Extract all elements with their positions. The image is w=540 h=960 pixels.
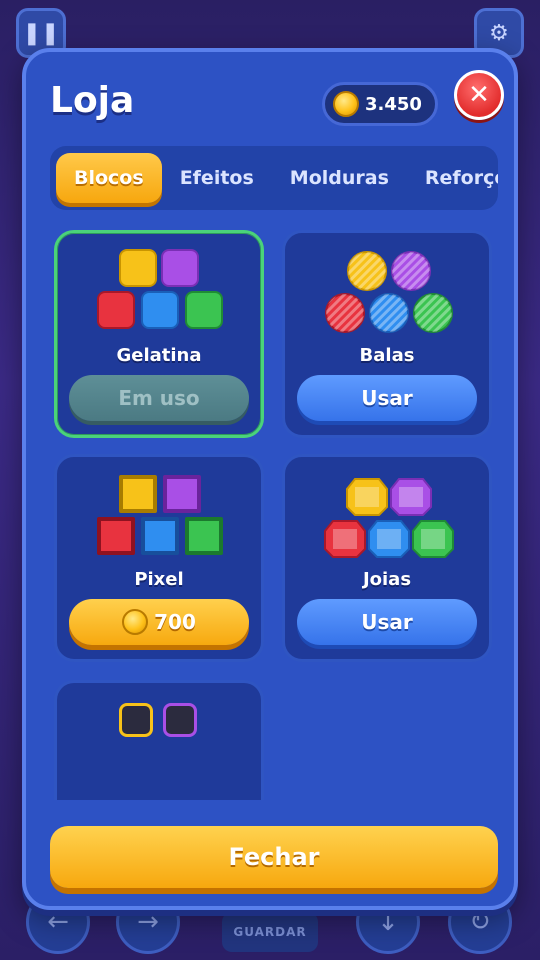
use-button[interactable]: Usar bbox=[297, 375, 477, 421]
gear-icon: ⚙ bbox=[489, 20, 509, 46]
shop-title: Loja bbox=[50, 80, 135, 121]
category-tabs: Blocos Efeitos Molduras Reforços bbox=[50, 146, 498, 210]
item-card-gelatina[interactable]: Gelatina Em uso bbox=[54, 230, 264, 438]
item-name: Pixel bbox=[134, 569, 184, 590]
balas-preview bbox=[285, 233, 495, 345]
coin-icon bbox=[122, 609, 149, 635]
pause-icon: ❚❚ bbox=[22, 20, 60, 46]
neon-yellow-block bbox=[119, 703, 153, 737]
save-button[interactable]: GUARDAR bbox=[222, 912, 318, 952]
in-use-button: Em uso bbox=[69, 375, 249, 421]
close-button[interactable]: ✕ bbox=[454, 70, 504, 120]
tab-molduras[interactable]: Molduras bbox=[272, 153, 407, 203]
arrow-left-icon: ← bbox=[47, 907, 69, 937]
tab-reforcos[interactable]: Reforços bbox=[407, 153, 498, 203]
close-shop-button[interactable]: Fechar bbox=[50, 826, 498, 888]
green-block bbox=[185, 291, 223, 329]
arrow-down-icon: ↓ bbox=[377, 907, 399, 937]
coin-icon bbox=[333, 91, 359, 117]
item-name: Balas bbox=[359, 345, 415, 366]
red-pixel-block bbox=[97, 517, 135, 555]
buy-button[interactable]: 700 bbox=[69, 599, 249, 645]
gem-icons bbox=[324, 478, 454, 558]
blue-block bbox=[141, 291, 179, 329]
price-label: 700 bbox=[154, 610, 196, 634]
use-button[interactable]: Usar bbox=[297, 599, 477, 645]
restart-icon: ↻ bbox=[469, 907, 491, 937]
candy-icons bbox=[325, 251, 453, 333]
purple-block bbox=[161, 249, 199, 287]
item-card-neon[interactable] bbox=[54, 680, 264, 800]
yellow-pixel-block bbox=[119, 475, 157, 513]
shop-modal: Loja 3.450 ✕ Blocos Efeitos Molduras Ref… bbox=[22, 48, 518, 910]
tab-blocos[interactable]: Blocos bbox=[56, 153, 162, 203]
arrow-right-icon: → bbox=[137, 907, 159, 937]
yellow-block bbox=[119, 249, 157, 287]
green-pixel-block bbox=[185, 517, 223, 555]
coin-amount: 3.450 bbox=[365, 93, 422, 115]
neon-purple-block bbox=[163, 703, 197, 737]
coin-balance: 3.450 bbox=[322, 82, 438, 126]
neon-preview bbox=[57, 683, 267, 795]
joias-preview bbox=[285, 457, 495, 569]
close-icon: ✕ bbox=[468, 80, 490, 110]
tab-efeitos[interactable]: Efeitos bbox=[162, 153, 272, 203]
item-card-joias[interactable]: Joias Usar bbox=[282, 454, 492, 662]
pixel-preview bbox=[57, 457, 267, 569]
item-name: Joias bbox=[362, 569, 412, 590]
item-card-pixel[interactable]: Pixel 700 bbox=[54, 454, 264, 662]
item-card-balas[interactable]: Balas Usar bbox=[282, 230, 492, 438]
red-block bbox=[97, 291, 135, 329]
blue-pixel-block bbox=[141, 517, 179, 555]
gelatina-preview bbox=[57, 233, 267, 345]
item-name: Gelatina bbox=[116, 345, 202, 366]
purple-pixel-block bbox=[163, 475, 201, 513]
